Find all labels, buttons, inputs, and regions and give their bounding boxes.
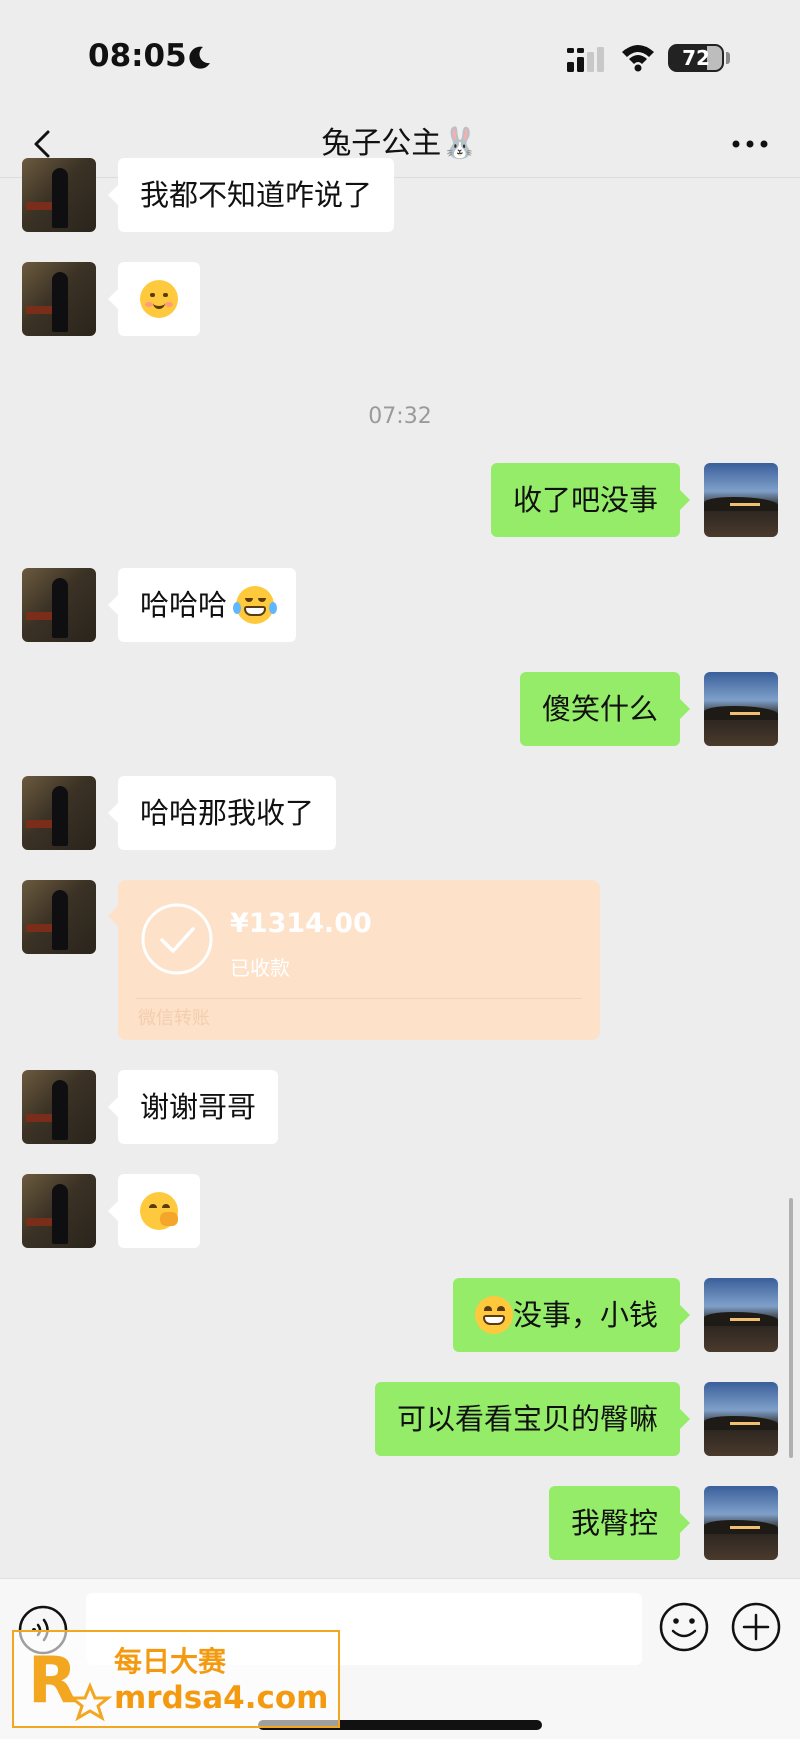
message-bubble[interactable]: 傻笑什么 [519,672,691,746]
message-text: 没事，小钱 [512,1298,658,1332]
transfer-card[interactable]: ¥1314.00 已收款 微信转账 [108,880,600,1040]
tears-of-joy-emoji [233,586,278,624]
transfer-label: 微信转账 [138,1008,210,1029]
check-circle-icon [141,903,213,975]
plus-icon[interactable] [730,1601,782,1653]
message-bubble[interactable]: 谢谢哥哥 [107,1070,279,1144]
contact-avatar[interactable] [22,1070,96,1144]
contact-avatar[interactable] [22,568,96,642]
message-bubble[interactable] [108,1174,200,1248]
hand-over-mouth-emoji [140,1192,178,1230]
own-avatar[interactable] [704,1382,778,1456]
contact-avatar[interactable] [22,158,96,232]
watermark: R 每日大赛 mrdsa4.com [12,1630,340,1728]
own-avatar[interactable] [704,1278,778,1352]
signal-icon [567,47,604,72]
message-text: 哈哈哈 [140,588,228,622]
battery-icon: 72 [668,44,724,72]
message-text: 可以看看宝贝的臀嘛 [396,1402,658,1436]
own-avatar[interactable] [704,672,778,746]
contact-avatar[interactable] [22,1174,96,1248]
own-avatar[interactable] [704,1486,778,1560]
message-text: 哈哈那我收了 [140,796,315,830]
chat-area[interactable]: 我都不知道咋说了 07:32 收了吧没事 哈哈哈 傻笑什么 哈哈那我收了 ¥13… [0,158,800,1578]
scrollbar[interactable] [789,1198,793,1458]
battery-tip [726,52,730,64]
divider [136,998,582,999]
emoji-icon[interactable] [658,1601,710,1653]
message-bubble[interactable]: 我都不知道咋说了 [107,158,395,232]
moon-icon [189,46,210,69]
status-bar: 08:05 72 [0,0,800,110]
message-bubble[interactable]: 哈哈那我收了 [107,776,337,850]
message-text: 谢谢哥哥 [140,1090,257,1124]
battery-level: 72 [682,46,710,70]
wifi-icon [622,45,654,72]
watermark-logo: R [28,1644,113,1722]
watermark-url: mrdsa4.com [114,1680,329,1716]
message-bubble[interactable] [108,262,200,336]
message-bubble[interactable]: 我臀控 [548,1486,691,1560]
message-bubble[interactable]: 收了吧没事 [490,463,691,537]
contact-avatar[interactable] [22,776,96,850]
more-icon[interactable] [728,128,772,160]
message-bubble[interactable]: 没事，小钱 [452,1278,691,1352]
message-text: 傻笑什么 [541,692,658,726]
own-avatar[interactable] [704,463,778,537]
message-text: 我臀控 [570,1506,658,1540]
message-text: 收了吧没事 [512,483,658,517]
message-bubble[interactable]: 哈哈哈 [107,568,297,642]
smiling-face-emoji [140,280,178,318]
grinning-emoji [474,1296,513,1334]
watermark-title: 每日大赛 [114,1645,227,1678]
svg-text:R: R [28,1644,77,1718]
message-bubble[interactable]: 可以看看宝贝的臀嘛 [374,1382,691,1456]
contact-avatar[interactable] [22,880,96,954]
transfer-status: 已收款 [230,956,290,980]
message-text: 我都不知道咋说了 [140,178,373,212]
contact-avatar[interactable] [22,262,96,336]
transfer-amount: ¥1314.00 [230,908,372,939]
status-time: 08:05 [88,38,187,74]
timestamp: 07:32 [368,404,432,429]
